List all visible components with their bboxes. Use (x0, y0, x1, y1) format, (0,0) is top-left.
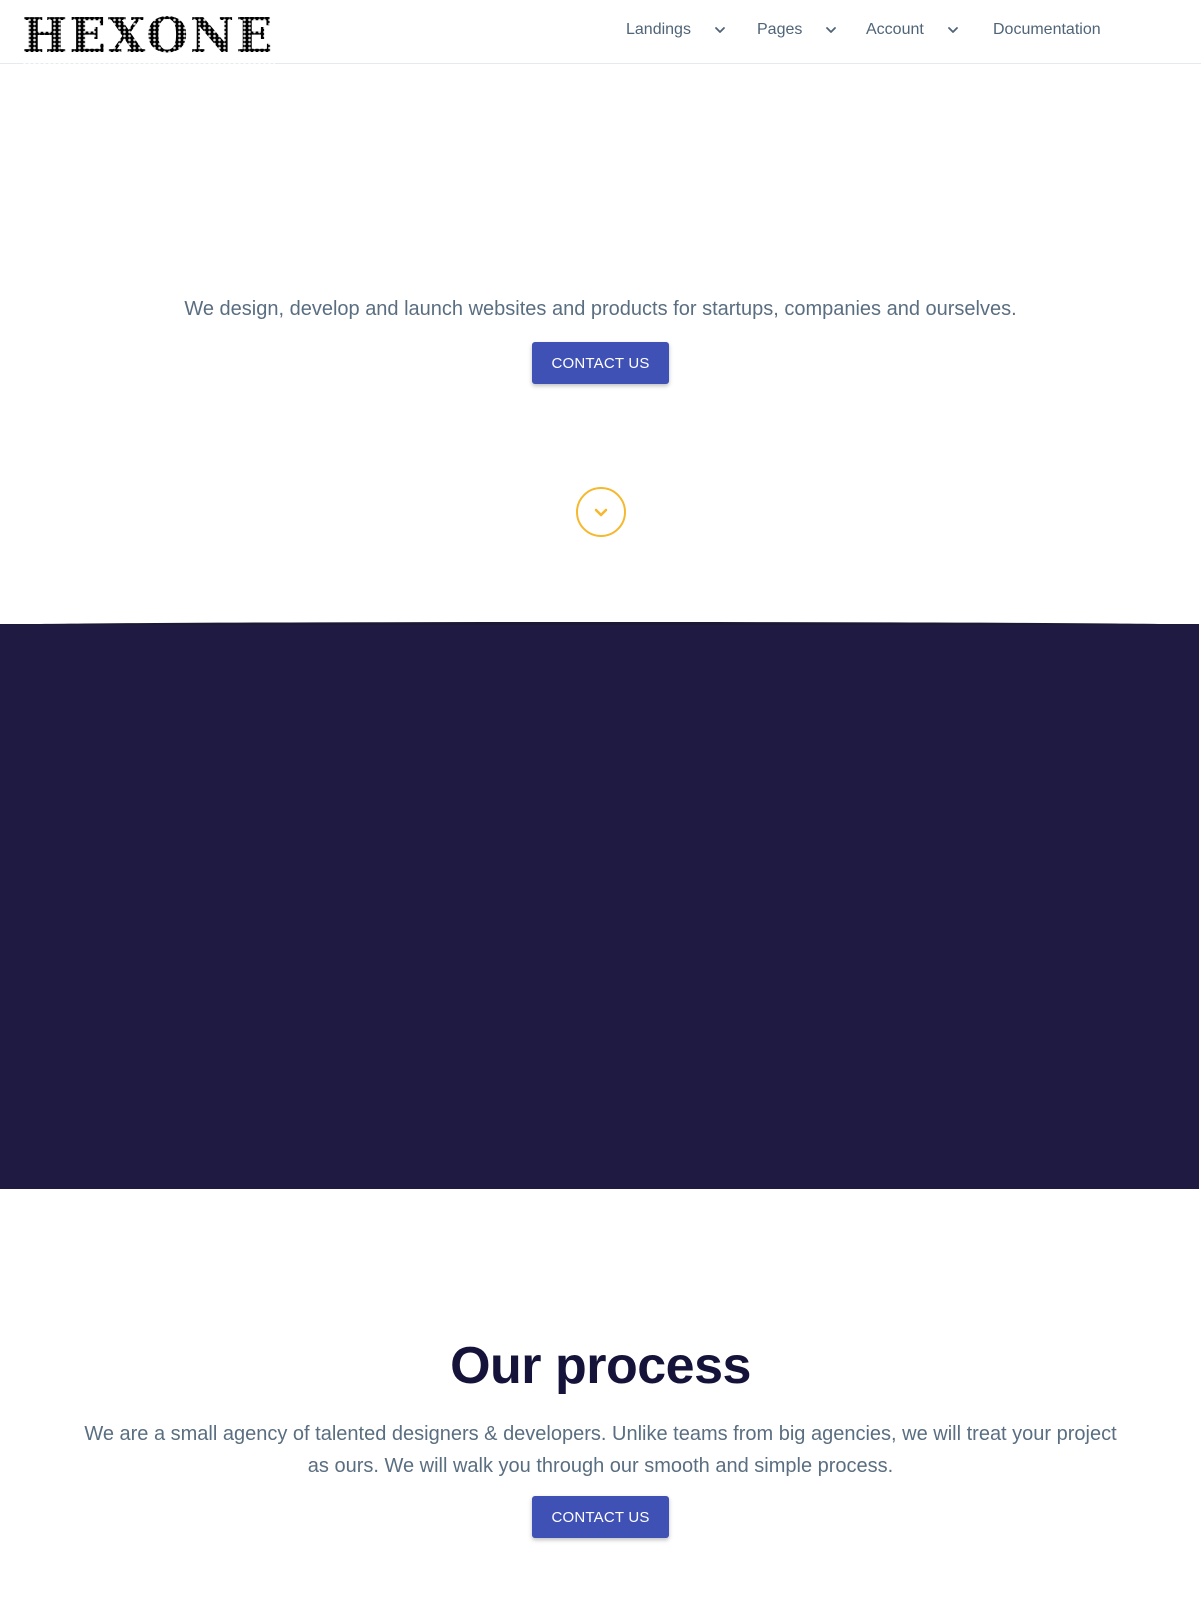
hero-subtitle: We design, develop and launch websites a… (184, 298, 1017, 320)
chevron-down-icon (713, 23, 727, 37)
main-nav: Landings Pages Account Documentation (0, 0, 1201, 64)
nav-item-landings[interactable]: Landings (626, 21, 727, 39)
contact-us-button-secondary[interactable]: CONTACT US (532, 1496, 669, 1538)
nav-item-label: Account (866, 21, 924, 38)
process-title: Our process (450, 1337, 751, 1395)
chevron-down-icon (946, 23, 960, 37)
nav-item-label: Pages (757, 21, 803, 38)
chevron-down-icon (824, 23, 838, 37)
chevron-down-circle-icon[interactable] (576, 487, 626, 537)
process-description: We are a small agency of talented design… (84, 1423, 1117, 1477)
nav-item-pages[interactable]: Pages (757, 21, 838, 39)
nav-item-documentation[interactable]: Documentation (993, 21, 1101, 39)
top-navbar: HEXONE Landings Pages Account Documentat… (0, 0, 1201, 66)
dark-feature-band (0, 622, 1199, 1189)
nav-item-label: Landings (626, 21, 691, 38)
nav-item-label: Documentation (993, 21, 1101, 38)
chevron-down-icon (594, 508, 608, 517)
nav-item-account[interactable]: Account (866, 21, 960, 39)
contact-us-button[interactable]: CONTACT US (532, 342, 669, 384)
